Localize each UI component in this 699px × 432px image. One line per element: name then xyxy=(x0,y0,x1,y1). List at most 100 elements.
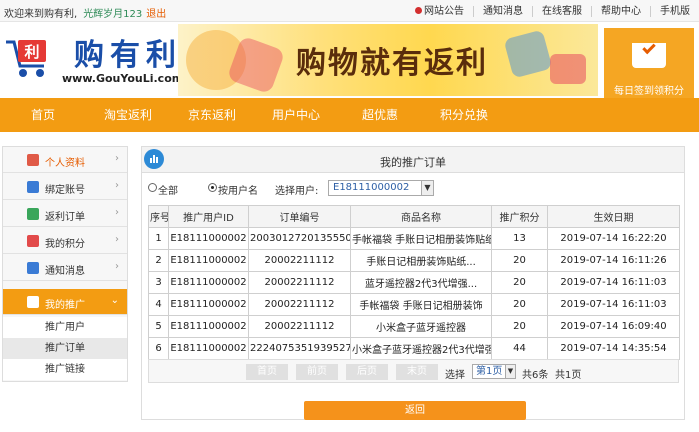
table-row: 5 E18111000002 20002211112 小米盒子蓝牙遥控器 20 … xyxy=(148,315,680,338)
pagination: 首页 前页 后页 末页 选择 第1页 ▼ 共6条 共1页 xyxy=(148,359,679,383)
site-notice-link[interactable]: 网站公告 xyxy=(406,6,473,17)
col-header-date: 生效日期 xyxy=(547,205,680,228)
chevron-down-icon: ▼ xyxy=(421,181,433,195)
page-select-value: 第1页 xyxy=(476,366,503,377)
page-select[interactable]: 第1页 ▼ xyxy=(472,364,516,379)
sidebar-subitem-promoted-orders[interactable]: 推广订单 xyxy=(3,338,127,359)
cell-index: 6 xyxy=(148,337,169,360)
total-pages: 共1页 xyxy=(555,370,582,381)
sidebar-item-label: 绑定账号 xyxy=(45,185,85,196)
select-user-label: 选择用户: xyxy=(275,186,319,197)
shopping-cart-icon: 利 xyxy=(6,40,46,77)
online-service-link[interactable]: 在线客服 xyxy=(532,5,591,17)
sidebar-item-label: 我的推广 xyxy=(45,300,85,311)
main-content: 我的推广订单 全部 按用户名 选择用户: E18111000002 ▼ 序号 推… xyxy=(141,146,685,420)
col-header-index: 序号 xyxy=(148,205,169,228)
radio-all-label: 全部 xyxy=(158,186,178,197)
orders-table: 序号 推广用户ID 订单编号 商品名称 推广积分 生效日期 1 E1811100… xyxy=(148,205,680,360)
cell-user-id: E18111000002 xyxy=(168,337,249,360)
prev-page-button[interactable]: 前页 xyxy=(296,364,338,380)
cell-date: 2019-07-14 16:11:26 xyxy=(547,249,680,272)
sidebar-item-label: 返利订单 xyxy=(45,212,85,223)
welcome-label: 欢迎来到购有利, xyxy=(4,9,78,20)
cell-product: 蓝牙遥控器2代3代增强... xyxy=(350,271,492,294)
radio-by-username-label: 按用户名 xyxy=(218,186,258,197)
cell-user-id: E18111000002 xyxy=(168,249,249,272)
help-center-link[interactable]: 帮助中心 xyxy=(591,5,650,17)
promotion-icon xyxy=(27,296,39,308)
col-header-product: 商品名称 xyxy=(350,205,492,228)
sidebar-item-my-promotion[interactable]: 我的推广 ⌄ xyxy=(3,289,127,315)
table-header-row: 序号 推广用户ID 订单编号 商品名称 推广积分 生效日期 xyxy=(148,205,680,228)
radio-by-username[interactable] xyxy=(208,183,217,192)
nav-home[interactable]: 首页 xyxy=(0,98,86,132)
cell-product: 手帐福袋 手账日记相册装饰 xyxy=(350,293,492,316)
rebate-order-icon xyxy=(27,208,39,220)
first-page-button[interactable]: 首页 xyxy=(246,364,288,380)
sidebar-item-label: 我的积分 xyxy=(45,239,85,250)
sidebar-item-my-points[interactable]: 我的积分 › xyxy=(3,228,127,254)
username-link[interactable]: 光辉岁月123 xyxy=(83,9,142,20)
sidebar-item-profile[interactable]: 个人资料 › xyxy=(3,147,127,173)
sidebar-subitem-promoted-users[interactable]: 推广用户 xyxy=(3,317,127,338)
table-row: 2 E18111000002 20002211112 手账日记相册装饰贴纸...… xyxy=(148,249,680,272)
cell-order-no: 20002211112 xyxy=(248,249,351,272)
checkin-label: 每日签到领积分 xyxy=(614,86,684,97)
nav-user-center[interactable]: 用户中心 xyxy=(254,98,338,132)
next-page-button[interactable]: 后页 xyxy=(346,364,388,380)
back-button[interactable]: 返回 xyxy=(304,401,526,420)
sidebar-item-rebate-orders[interactable]: 返利订单 › xyxy=(3,201,127,227)
cell-date: 2019-07-14 16:22:20 xyxy=(547,227,680,250)
cell-product: 手账日记相册装饰贴纸... xyxy=(350,249,492,272)
sidebar-item-notifications[interactable]: 通知消息 › xyxy=(3,255,127,281)
notification-link[interactable]: 通知消息 xyxy=(473,5,532,17)
table-row: 6 E18111000002 222407535193952725 小米盒子蓝牙… xyxy=(148,337,680,360)
page-title: 我的推广订单 xyxy=(380,156,446,169)
col-header-order-no: 订单编号 xyxy=(248,205,351,228)
logout-link[interactable]: 退出 xyxy=(146,9,166,20)
chevron-right-icon: › xyxy=(115,234,119,245)
table-row: 1 E18111000002 2003012720135550006 手帐福袋 … xyxy=(148,227,680,250)
nav-super-deals[interactable]: 超优惠 xyxy=(338,98,422,132)
sidebar-item-label: 通知消息 xyxy=(45,266,85,277)
radio-all[interactable] xyxy=(148,183,157,192)
sidebar-subitem-promotion-link[interactable]: 推广链接 xyxy=(3,359,127,380)
cell-date: 2019-07-14 16:11:03 xyxy=(547,293,680,316)
gift-box-icon xyxy=(503,29,553,79)
user-select[interactable]: E18111000002 ▼ xyxy=(328,180,434,196)
nav-points-exchange[interactable]: 积分兑换 xyxy=(422,98,506,132)
col-header-points: 推广积分 xyxy=(491,205,548,228)
user-card-icon xyxy=(27,154,39,166)
nav-taobao-rebate[interactable]: 淘宝返利 xyxy=(86,98,170,132)
cell-index: 2 xyxy=(148,249,169,272)
cell-user-id: E18111000002 xyxy=(168,227,249,250)
col-header-user-id: 推广用户ID xyxy=(168,205,249,228)
user-select-value: E18111000002 xyxy=(333,182,410,193)
cell-points: 20 xyxy=(491,271,548,294)
cell-product: 手帐福袋 手账日记相册装饰贴纸... xyxy=(350,227,492,250)
chevron-down-icon: ▼ xyxy=(505,365,515,378)
cell-points: 20 xyxy=(491,293,548,316)
message-icon xyxy=(27,262,39,274)
total-records: 共6条 xyxy=(522,370,549,381)
daily-checkin-button[interactable]: 每日签到领积分 xyxy=(604,28,694,98)
promo-banner[interactable]: 购物就有返利 xyxy=(178,24,598,96)
gift-box-icon xyxy=(550,54,586,84)
table-row: 4 E18111000002 20002211112 手帐福袋 手账日记相册装饰… xyxy=(148,293,680,316)
cell-date: 2019-07-14 16:09:40 xyxy=(547,315,680,338)
cell-index: 1 xyxy=(148,227,169,250)
svg-text:利: 利 xyxy=(24,43,39,61)
content-header: 我的推广订单 xyxy=(142,147,684,173)
nav-jd-rebate[interactable]: 京东返利 xyxy=(170,98,254,132)
header: 利 购有利 www.GouYouLi.com 购物就有返利 每日签到领积分 xyxy=(0,22,699,98)
cell-index: 4 xyxy=(148,293,169,316)
mobile-version-link[interactable]: 手机版 xyxy=(650,5,699,17)
site-logo[interactable]: 利 购有利 www.GouYouLi.com xyxy=(4,30,183,92)
chevron-right-icon: › xyxy=(115,207,119,218)
page-select-label: 选择 xyxy=(445,370,465,381)
cell-order-no: 20002211112 xyxy=(248,315,351,338)
sidebar-item-bind-account[interactable]: 绑定账号 › xyxy=(3,174,127,200)
top-links: 网站公告 通知消息 在线客服 帮助中心 手机版 xyxy=(406,0,699,22)
last-page-button[interactable]: 末页 xyxy=(396,364,438,380)
table-row: 3 E18111000002 20002211112 蓝牙遥控器2代3代增强..… xyxy=(148,271,680,294)
